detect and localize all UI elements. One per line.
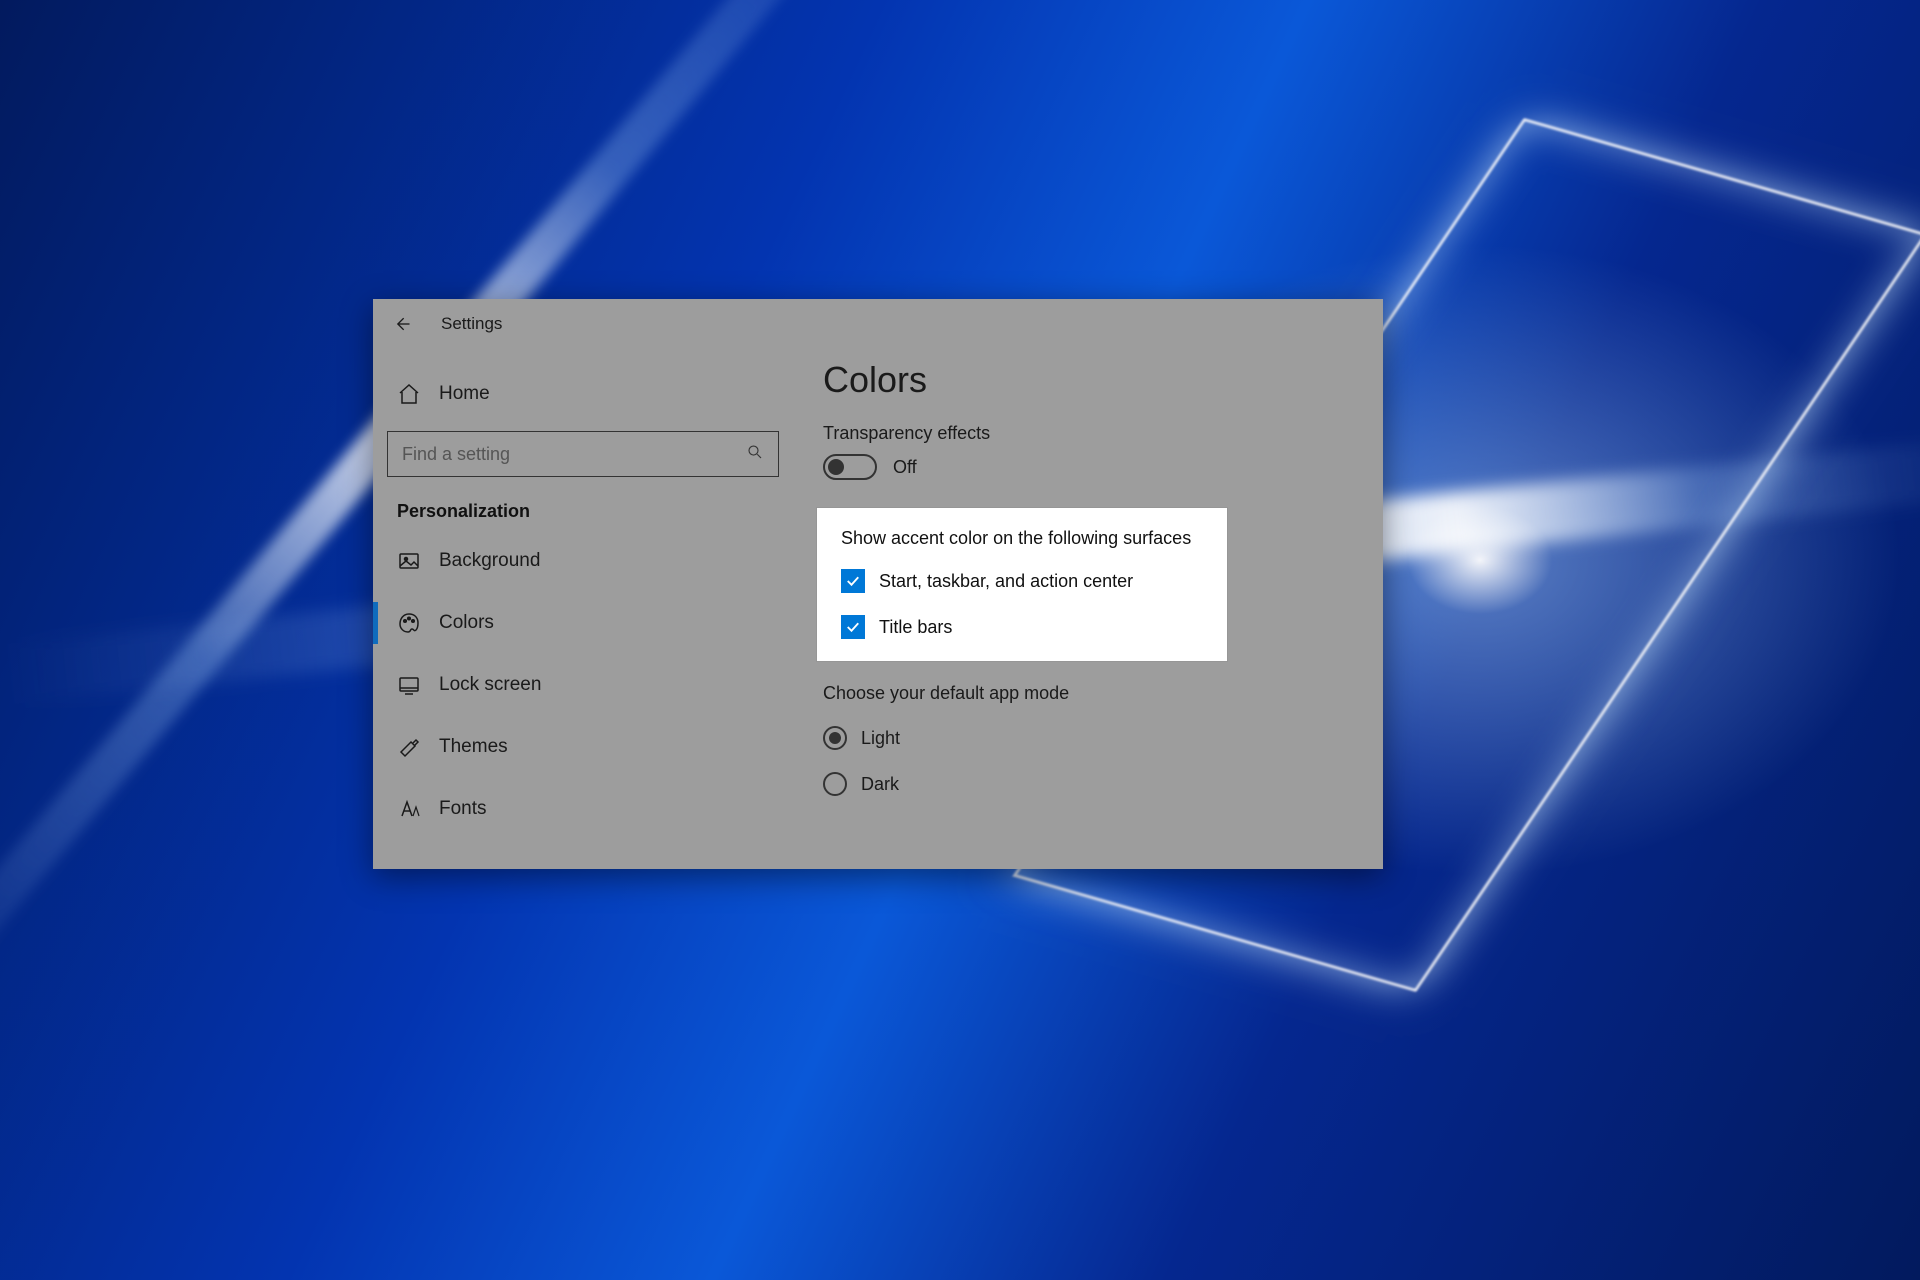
settings-content: Colors Transparency effects Off Show acc… [793,349,1383,869]
sidebar-item-label: Colors [439,612,494,634]
sidebar-item-colors[interactable]: Colors [387,592,779,654]
search-input[interactable] [402,444,746,465]
transparency-label: Transparency effects [823,423,1353,444]
back-button[interactable] [391,313,413,335]
accent-checkbox-start-taskbar[interactable]: Start, taskbar, and action center [841,569,1203,593]
sidebar-item-label: Background [439,550,540,572]
checkbox-checked-icon [841,569,865,593]
app-mode-radio-group: Light Dark [823,726,1353,796]
checkbox-label: Start, taskbar, and action center [879,571,1133,592]
radio-selected-icon [823,726,847,750]
app-mode-radio-dark[interactable]: Dark [823,772,1353,796]
palette-icon [397,611,421,635]
home-icon [397,382,421,406]
window-titlebar: Settings [373,299,1383,349]
checkbox-label: Title bars [879,617,952,638]
sidebar-item-label: Fonts [439,798,487,820]
sidebar-item-themes[interactable]: Themes [387,716,779,778]
settings-sidebar: Home Personalization Background [373,349,793,869]
lock-screen-icon [397,673,421,697]
themes-icon [397,735,421,759]
sidebar-item-fonts[interactable]: Fonts [387,778,779,840]
sidebar-item-label: Themes [439,736,508,758]
radio-label: Light [861,728,900,749]
sidebar-category: Personalization [387,501,779,522]
sidebar-item-background[interactable]: Background [387,530,779,592]
search-icon [746,443,764,466]
window-title: Settings [441,314,502,334]
accent-surfaces-panel: Show accent color on the following surfa… [817,508,1227,661]
radio-unselected-icon [823,772,847,796]
sidebar-item-label: Lock screen [439,674,541,696]
transparency-toggle[interactable] [823,454,877,480]
search-box[interactable] [387,431,779,477]
app-mode-radio-light[interactable]: Light [823,726,1353,750]
radio-label: Dark [861,774,899,795]
accent-section-label: Show accent color on the following surfa… [841,528,1203,549]
checkbox-checked-icon [841,615,865,639]
sidebar-item-home[interactable]: Home [387,363,779,425]
page-title: Colors [823,359,1353,401]
transparency-state: Off [893,457,917,478]
sidebar-item-lock-screen[interactable]: Lock screen [387,654,779,716]
sidebar-item-label: Home [439,383,490,405]
desktop-wallpaper: Settings Home Personalization [0,0,1920,1280]
fonts-icon [397,797,421,821]
picture-icon [397,549,421,573]
accent-checkbox-title-bars[interactable]: Title bars [841,615,1203,639]
app-mode-label: Choose your default app mode [823,683,1353,704]
settings-window: Settings Home Personalization [373,299,1383,869]
